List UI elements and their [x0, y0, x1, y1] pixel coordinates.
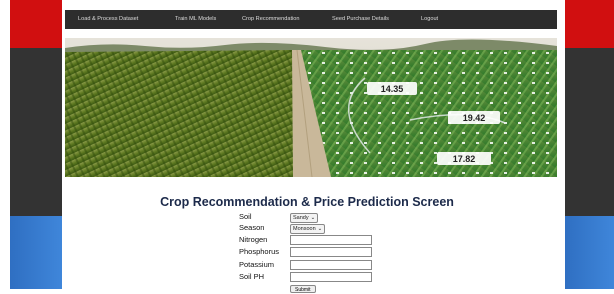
nav-seed-purchase-details[interactable]: Seed Purchase Details [332, 16, 389, 22]
chevron-down-icon: ⌄ [317, 226, 323, 232]
hero-farm-image: 14.35 19.42 17.82 [65, 38, 557, 177]
nitrogen-input[interactable] [290, 235, 372, 245]
svg-text:17.82: 17.82 [453, 154, 476, 164]
svg-text:14.35: 14.35 [381, 84, 404, 94]
right-dark-block [565, 48, 614, 216]
svg-text:19.42: 19.42 [463, 113, 486, 123]
right-decorative-panel [565, 0, 614, 289]
season-select[interactable]: Monsoon ⌄ [290, 224, 326, 234]
nav-logout[interactable]: Logout [421, 16, 438, 22]
nitrogen-label: Nitrogen [239, 235, 268, 244]
page-edge [0, 0, 10, 289]
left-blue-block [10, 216, 62, 289]
left-red-block [10, 0, 62, 48]
potassium-input[interactable] [290, 260, 372, 270]
soil-label: Soil [239, 212, 252, 221]
left-decorative-panel [10, 0, 62, 289]
page-title: Crop Recommendation & Price Prediction S… [160, 195, 454, 209]
top-nav-bar: Load & Process Dataset Train ML Models C… [65, 10, 557, 29]
soilph-label: Soil PH [239, 272, 265, 281]
hero-value-tag-3: 17.82 [437, 152, 491, 165]
phosphorus-input[interactable] [290, 247, 372, 257]
season-select-value: Monsoon [293, 226, 316, 232]
potassium-label: Potassium [239, 260, 275, 269]
hero-value-tag-1: 14.35 [367, 82, 417, 95]
phosphorus-label: Phosphorus [239, 247, 280, 256]
nav-load-process-dataset[interactable]: Load & Process Dataset [78, 16, 138, 22]
right-red-block [565, 0, 614, 48]
soil-select[interactable]: Sandy ⌄ [290, 213, 319, 223]
season-label: Season [239, 223, 265, 232]
nav-crop-recommendation[interactable]: Crop Recommendation [242, 16, 300, 22]
hero-value-tag-2: 19.42 [448, 111, 500, 124]
nav-train-ml-models[interactable]: Train ML Models [175, 16, 216, 22]
soil-select-value: Sandy [293, 215, 309, 221]
left-dark-block [10, 48, 62, 216]
submit-button[interactable]: Submit [290, 285, 316, 293]
soilph-input[interactable] [290, 272, 372, 282]
right-blue-block [565, 216, 614, 289]
chevron-down-icon: ⌄ [310, 215, 316, 221]
